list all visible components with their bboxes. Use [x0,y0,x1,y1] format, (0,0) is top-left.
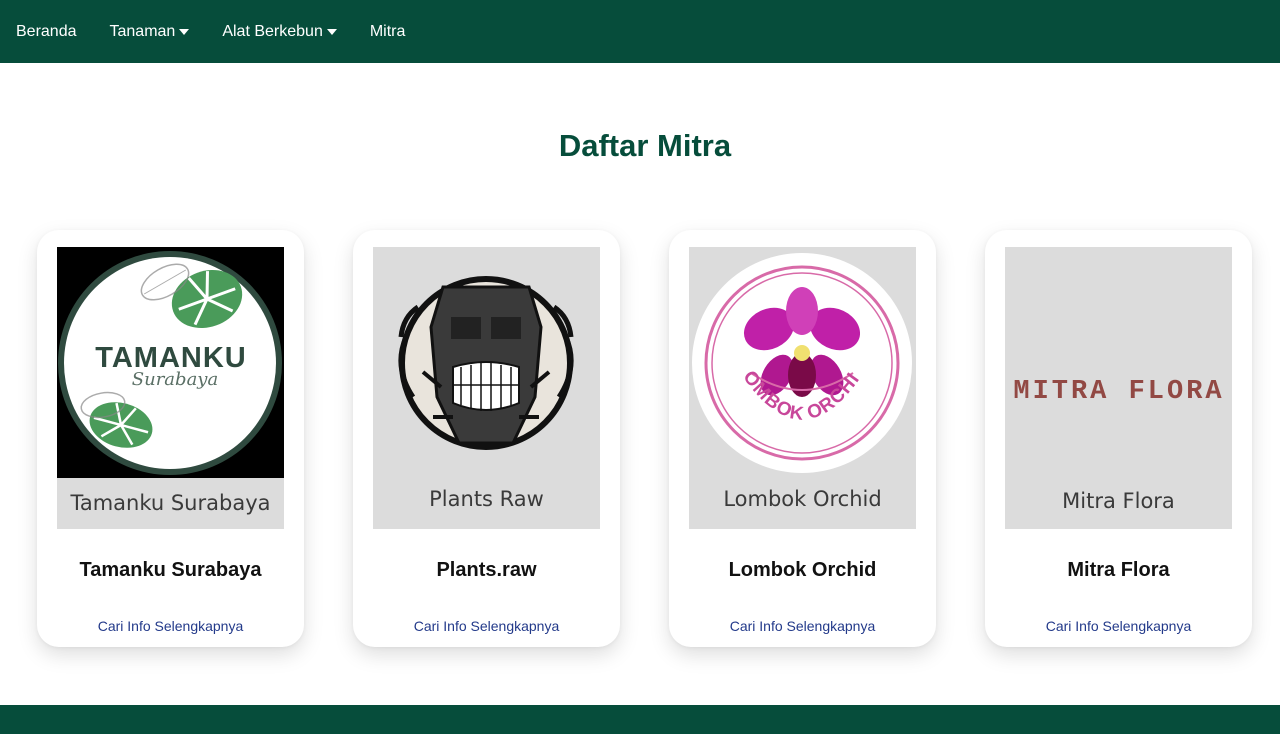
footer-bar [0,705,1280,734]
partner-name: Tamanku Surabaya [79,559,262,581]
logo-wordmark: MITRA FLORA [1013,377,1224,407]
image-caption: Lombok Orchid [723,487,882,511]
image-caption: Mitra Flora [1062,489,1175,513]
nav-item-label: Tanaman [109,22,176,40]
more-info-link[interactable]: Cari Info Selengkapnya [985,618,1252,634]
partner-logo-image[interactable]: Plants Raw [373,247,600,529]
partner-card-plants-raw: Plants Raw Plants.raw Cari Info Selengka… [353,230,620,647]
partner-logo-image[interactable]: LOMBOK ORCHID Lombok Orchid [689,247,916,529]
partner-logo-image[interactable]: TAMANKU Surabaya Tamanku Surabaya [57,247,284,529]
nav-item-mitra[interactable]: Mitra [370,23,406,41]
caret-down-icon [179,29,190,35]
image-caption: Tamanku Surabaya [70,491,271,515]
page-title: Daftar Mitra [558,128,732,163]
partner-name: Lombok Orchid [728,559,877,581]
nav-item-tanaman[interactable]: Tanaman [110,23,190,41]
nav-item-label: Beranda [16,22,77,40]
nav-item-alat-berkebun[interactable]: Alat Berkebun [222,23,337,41]
partner-card-mitra-flora: MITRA FLORA Mitra Flora Mitra Flora Cari… [985,230,1252,647]
mitra-flora-logo-graphic: MITRA FLORA [1013,377,1224,407]
tamanku-logo-graphic: TAMANKU Surabaya [57,247,284,478]
nav-item-label: Mitra [369,22,406,40]
logo-subtext: Surabaya [132,369,218,390]
partner-name: Mitra Flora [1067,559,1170,581]
image-caption: Plants Raw [429,487,544,511]
nav-item-beranda[interactable]: Beranda [16,23,77,41]
partner-card-lombok-orchid: LOMBOK ORCHID Lombok Orchid Lombok Orchi… [669,230,936,647]
top-navbar: Beranda Tanaman Alat Berkebun Mitra [0,0,1280,63]
more-info-link[interactable]: Cari Info Selengkapnya [669,618,936,634]
nav-item-label: Alat Berkebun [222,22,323,40]
more-info-link[interactable]: Cari Info Selengkapnya [353,618,620,634]
partner-card-tamanku-surabaya: TAMANKU Surabaya Tamanku Surabaya Tamank… [37,230,304,647]
partner-logo-image[interactable]: MITRA FLORA Mitra Flora [1005,247,1232,529]
partner-name: Plants.raw [436,559,537,581]
more-info-link[interactable]: Cari Info Selengkapnya [37,618,304,634]
caret-down-icon [326,29,337,35]
